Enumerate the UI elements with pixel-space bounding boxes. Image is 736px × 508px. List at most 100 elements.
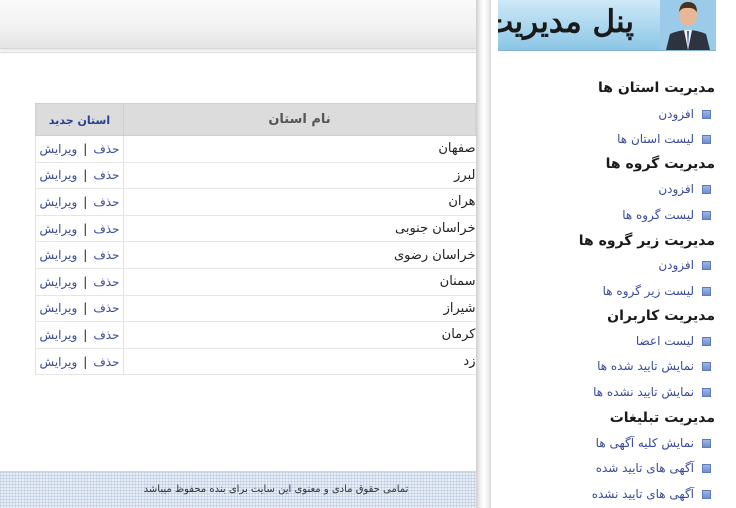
provinces-table: استان جدید نام استان حذف | ویرایش صفهان حذف |…	[35, 103, 476, 376]
province-name: صفهان	[123, 135, 476, 163]
table-row: حذف | ویرایش صفهان	[35, 135, 476, 163]
table-row: حذف | ویرایش خراسان رضوی	[35, 241, 476, 269]
row-actions: حذف | ویرایش	[35, 162, 124, 190]
province-name: شیراز	[123, 295, 476, 323]
action-separator: |	[83, 301, 88, 316]
sidebar-link[interactable]: افزودن	[658, 258, 694, 272]
province-name: خراسان جنوبی	[123, 215, 476, 243]
delete-link[interactable]: حذف	[93, 222, 119, 236]
square-bullet-icon	[702, 184, 711, 194]
edit-link[interactable]: ویرایش	[40, 195, 78, 209]
square-bullet-icon	[702, 260, 711, 270]
sidebar-link[interactable]: نمایش تایید شده ها	[597, 359, 694, 373]
edit-link[interactable]: ویرایش	[40, 328, 78, 342]
sidebar-link[interactable]: افزودن	[658, 107, 694, 121]
edit-link[interactable]: ویرایش	[40, 222, 78, 236]
sidebar-link[interactable]: آگهی های تایید نشده	[592, 487, 694, 501]
square-bullet-icon	[702, 438, 711, 448]
action-separator: |	[83, 354, 88, 369]
province-name: خراسان رضوی	[123, 241, 476, 269]
table-header-row: استان جدید نام استان	[35, 103, 476, 136]
sidebar-menu-item[interactable]: آگهی های تایید نشده	[592, 487, 711, 501]
table-row: حذف | ویرایش سمنان	[35, 268, 476, 296]
sidebar-link[interactable]: لیست گروه ها	[622, 208, 694, 222]
sidebar-link[interactable]: لیست زیر گروه ها	[603, 284, 694, 298]
row-actions: حذف | ویرایش	[35, 321, 124, 349]
section-title: مدیریت استان ها	[598, 80, 715, 96]
province-name: کرمان	[123, 321, 476, 349]
sidebar-link[interactable]: نمایش کلیه آگهی ها	[596, 436, 694, 450]
table-row: حذف | ویرایش لبرز	[35, 162, 476, 190]
sidebar-menu-item[interactable]: نمایش تایید نشده ها	[593, 385, 711, 399]
row-actions: حذف | ویرایش	[35, 241, 124, 269]
table-row: حذف | ویرایش هران	[35, 188, 476, 216]
column-divider	[476, 0, 491, 508]
row-actions: حذف | ویرایش	[35, 348, 124, 376]
sidebar-menu-item[interactable]: افزودن	[658, 107, 711, 121]
row-actions: حذف | ویرایش	[35, 135, 124, 163]
table-row: حذف | ویرایش شیراز	[35, 295, 476, 323]
edit-link[interactable]: ویرایش	[40, 248, 78, 262]
row-actions: حذف | ویرایش	[35, 215, 124, 243]
header-add-cell: استان جدید	[35, 103, 124, 136]
delete-link[interactable]: حذف	[93, 355, 119, 369]
edit-link[interactable]: ویرایش	[40, 275, 78, 289]
table-row: حذف | ویرایش خراسان جنوبی	[35, 215, 476, 243]
section-title: مدیریت تبلیغات	[609, 410, 715, 426]
sidebar-menu-item[interactable]: افزودن	[658, 182, 711, 196]
delete-link[interactable]: حذف	[93, 168, 119, 182]
sidebar-menu-item[interactable]: نمایش تایید شده ها	[597, 359, 711, 373]
section-title: مدیریت گروه ها	[605, 156, 715, 172]
province-name: سمنان	[123, 268, 476, 296]
edit-link[interactable]: ویرایش	[40, 301, 78, 315]
row-actions: حذف | ویرایش	[35, 188, 124, 216]
square-bullet-icon	[702, 109, 711, 119]
delete-link[interactable]: حذف	[93, 248, 119, 262]
sidebar-link[interactable]: آگهی های تایید شده	[596, 461, 694, 475]
delete-link[interactable]: حذف	[93, 195, 119, 209]
edit-link[interactable]: ویرایش	[40, 355, 78, 369]
square-bullet-icon	[702, 387, 711, 397]
square-bullet-icon	[702, 463, 711, 473]
action-separator: |	[83, 168, 88, 183]
square-bullet-icon	[702, 210, 711, 220]
section-title: مدیریت کاربران	[607, 308, 715, 324]
delete-link[interactable]: حذف	[93, 275, 119, 289]
sidebar-link[interactable]: افزودن	[658, 182, 694, 196]
square-bullet-icon	[702, 489, 711, 499]
delete-link[interactable]: حذف	[93, 328, 119, 342]
sidebar-menu-item[interactable]: لیست زیر گروه ها	[603, 284, 711, 298]
edit-link[interactable]: ویرایش	[40, 168, 78, 182]
main-content: استان جدید نام استان حذف | ویرایش صفهان حذف |…	[0, 0, 476, 508]
square-bullet-icon	[702, 134, 711, 144]
businessman-avatar-icon	[660, 0, 716, 50]
sidebar-menu-item[interactable]: لیست اعضا	[636, 334, 711, 348]
delete-link[interactable]: حذف	[93, 142, 119, 156]
sidebar-link[interactable]: لیست استان ها	[617, 132, 694, 146]
banner-title: پنل مدیریت	[498, 4, 634, 40]
row-actions: حذف | ویرایش	[35, 295, 124, 323]
action-separator: |	[83, 327, 88, 342]
action-separator: |	[83, 274, 88, 289]
edit-link[interactable]: ویرایش	[40, 142, 78, 156]
action-separator: |	[83, 248, 88, 263]
table-row: حذف | ویرایش کرمان	[35, 321, 476, 349]
square-bullet-icon	[702, 336, 711, 346]
delete-link[interactable]: حذف	[93, 301, 119, 315]
admin-panel-banner: پنل مدیریت	[498, 0, 716, 51]
sidebar-link[interactable]: نمایش تایید نشده ها	[593, 385, 694, 399]
square-bullet-icon	[702, 361, 711, 371]
province-name: زد	[123, 348, 476, 376]
table-row: حذف | ویرایش زد	[35, 348, 476, 376]
top-bar	[0, 0, 476, 49]
sidebar-menu-item[interactable]: لیست گروه ها	[622, 208, 711, 222]
sidebar-menu-item[interactable]: نمایش کلیه آگهی ها	[596, 436, 711, 450]
copyright-text: تمامی حقوق مادی و معنوی این سایت برای بن…	[143, 484, 409, 495]
sidebar-menu-item[interactable]: لیست استان ها	[617, 132, 711, 146]
square-bullet-icon	[702, 286, 711, 296]
sidebar-menu-item[interactable]: افزودن	[658, 258, 711, 272]
sidebar-menu-item[interactable]: آگهی های تایید شده	[596, 461, 711, 475]
sidebar-link[interactable]: لیست اعضا	[636, 334, 694, 348]
add-province-link[interactable]: استان جدید	[49, 114, 110, 127]
action-separator: |	[83, 141, 88, 156]
